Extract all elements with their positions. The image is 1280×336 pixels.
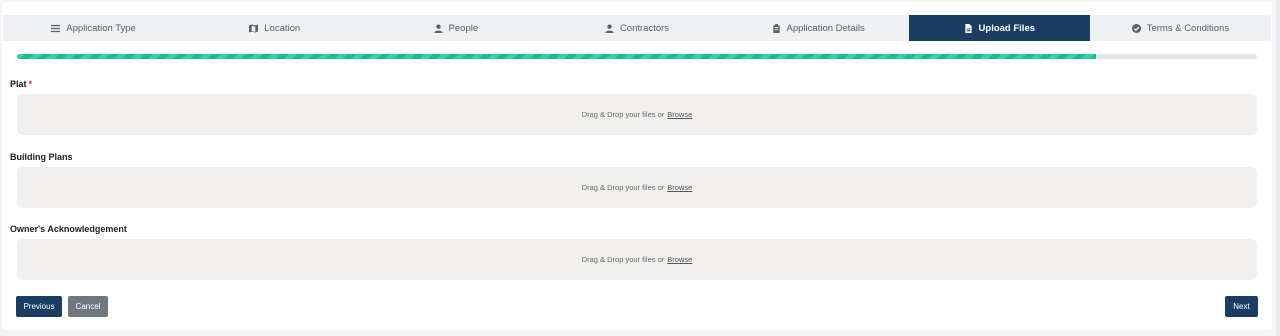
scrollbar[interactable] (1276, 0, 1280, 336)
previous-button[interactable]: Previous (16, 296, 62, 317)
tab-label: Application Type (66, 22, 136, 34)
next-button[interactable]: Next (1225, 296, 1258, 317)
browse-link[interactable]: Browse (667, 183, 692, 192)
clipboard-icon (772, 23, 781, 33)
tab-label: Contractors (619, 22, 670, 34)
plat-dropzone[interactable]: Drag & Drop your files or Browse (17, 94, 1257, 135)
check-circle-icon (1131, 23, 1141, 33)
form-card (2, 2, 1272, 330)
tab-people[interactable]: People (365, 15, 546, 41)
browse-link[interactable]: Browse (667, 255, 692, 264)
tab-application-details[interactable]: Application Details (728, 15, 909, 41)
owners-acknowledgement-dropzone[interactable]: Drag & Drop your files or Browse (17, 239, 1257, 280)
tab-label: Application Details (786, 22, 865, 34)
required-marker: * (28, 79, 33, 89)
tab-application-type[interactable]: Application Type (3, 15, 184, 41)
tab-contractors[interactable]: Contractors (546, 15, 727, 41)
owners-acknowledgement-label: Owner's Acknowledgement (10, 224, 127, 234)
wizard-tabs: Application Type Location People Contrac… (3, 15, 1271, 41)
tab-terms-conditions[interactable]: Terms & Conditions (1090, 15, 1271, 41)
tab-label: Location (264, 22, 301, 34)
list-icon (51, 24, 61, 33)
dropzone-text: Drag & Drop your files or (581, 183, 665, 192)
browse-link[interactable]: Browse (667, 110, 692, 119)
dropzone-text: Drag & Drop your files or (581, 255, 665, 264)
building-plans-dropzone[interactable]: Drag & Drop your files or Browse (17, 167, 1257, 208)
tab-label: People (448, 22, 479, 34)
tab-label: Upload Files (978, 22, 1036, 34)
map-icon (249, 23, 259, 33)
person-icon (433, 24, 443, 33)
person-icon (605, 24, 614, 33)
building-plans-label: Building Plans (10, 152, 73, 162)
cancel-button[interactable]: Cancel (68, 296, 108, 317)
tab-label: Terms & Conditions (1146, 22, 1230, 34)
plat-label: Plat * (10, 79, 33, 89)
progress-bar (17, 54, 1257, 59)
tab-upload-files[interactable]: Upload Files (908, 15, 1090, 41)
progress-fill (17, 54, 1096, 59)
tab-location[interactable]: Location (184, 15, 365, 41)
file-icon (964, 23, 973, 33)
dropzone-text: Drag & Drop your files or (581, 110, 665, 119)
